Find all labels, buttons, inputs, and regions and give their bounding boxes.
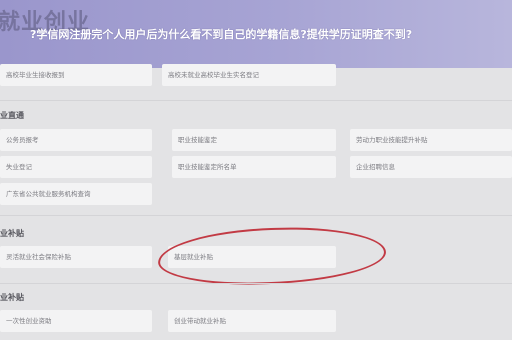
service-tile[interactable]: 职业技能鉴定	[172, 129, 336, 151]
service-tile[interactable]: 职业技能鉴定所名单	[172, 156, 336, 178]
section-title: 业补贴	[0, 229, 24, 238]
service-tile[interactable]: 公务员报考	[0, 129, 152, 151]
header-banner: 就业创业 ?学信网注册完个人用户后为什么看不到自己的学籍信息?提供学历证明查不到…	[0, 0, 512, 68]
service-tile[interactable]: 创业带动就业补贴	[168, 310, 336, 332]
section-title: 业直通	[0, 111, 24, 120]
service-tile[interactable]: 广东省公共就业服务机构查询	[0, 183, 152, 205]
section-divider	[0, 215, 512, 216]
section-divider	[0, 283, 512, 284]
service-tile[interactable]: 灵活就业社会保险补贴	[0, 246, 152, 268]
service-tile[interactable]: 企业招聘信息	[350, 156, 512, 178]
hand-drawn-highlight-circle	[157, 224, 387, 288]
service-tile-graduate-report[interactable]: 高校毕业生接收报到	[0, 64, 152, 86]
service-tile[interactable]: 失业登记	[0, 156, 152, 178]
service-tile[interactable]: 一次性创业资助	[0, 310, 152, 332]
service-tile-graduate-registration[interactable]: 高校未就业高校毕业生实名登记	[162, 64, 336, 86]
question-banner: ?学信网注册完个人用户后为什么看不到自己的学籍信息?提供学历证明查不到?	[30, 28, 413, 41]
section-divider	[0, 100, 512, 101]
service-tile[interactable]: 劳动力职业技能提升补贴	[350, 129, 512, 151]
section-title: 业补贴	[0, 293, 24, 302]
